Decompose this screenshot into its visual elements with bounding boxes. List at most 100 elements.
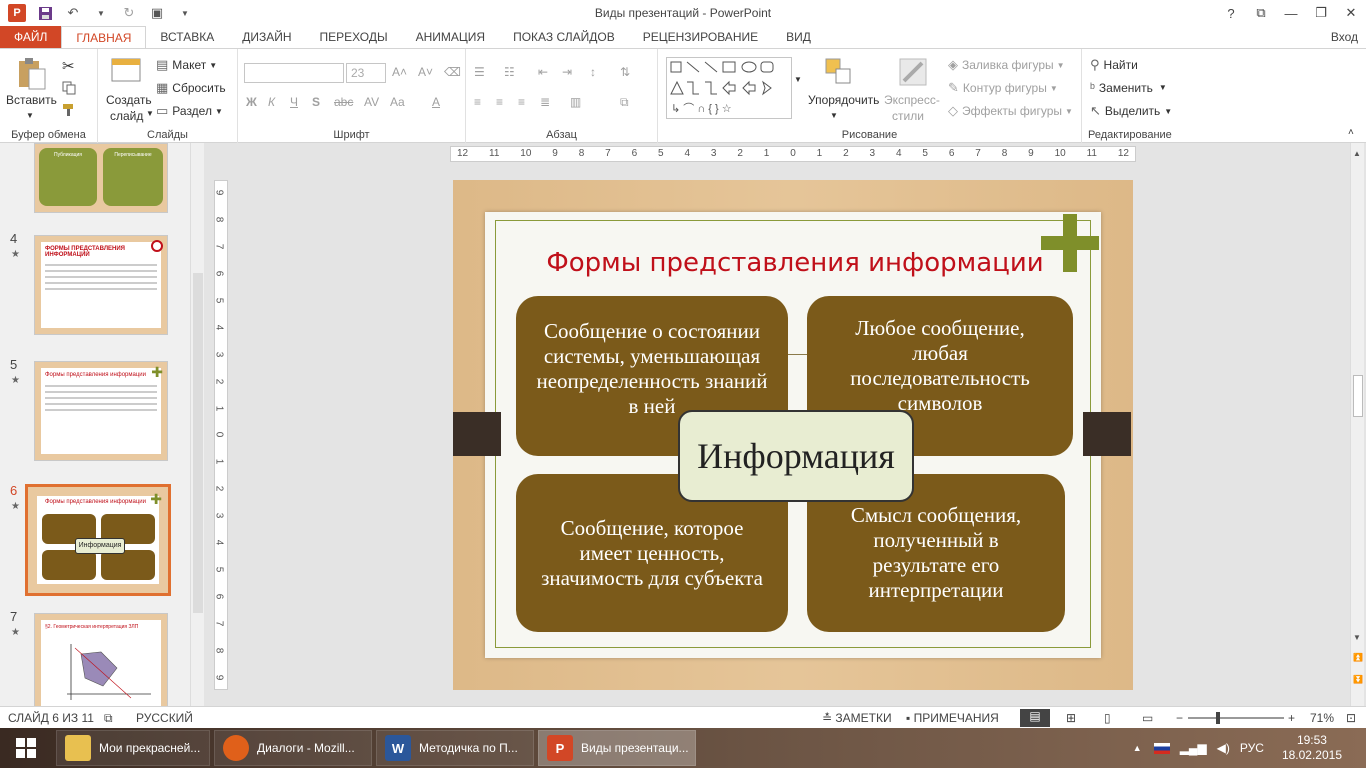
new-slide-dropdown-icon[interactable]: ▼ [146, 109, 154, 118]
tab-home[interactable]: ГЛАВНАЯ [61, 26, 147, 48]
network-icon[interactable]: ▂▄▆ [1180, 741, 1207, 755]
numbering-icon[interactable]: ☷ [504, 65, 515, 79]
copy-icon[interactable] [62, 81, 76, 95]
thumbnail-slide-6[interactable]: Формы представления информации Информаци… [25, 484, 171, 596]
paste-button[interactable]: Вставить [6, 93, 57, 107]
slide-canvas[interactable]: Формы представления информации Сообщение… [453, 180, 1133, 690]
start-from-beginning-icon[interactable]: ▣ [148, 4, 166, 22]
tab-transitions[interactable]: ПЕРЕХОДЫ [306, 26, 402, 48]
select-button[interactable]: ↖ Выделить ▼ [1090, 103, 1172, 119]
customize-qat-icon[interactable]: ▼ [176, 4, 194, 22]
restore-button[interactable]: ❐ [1306, 0, 1336, 26]
undo-icon[interactable]: ↶ [64, 4, 82, 22]
zoom-level[interactable]: 71% [1310, 711, 1334, 725]
grow-font-icon[interactable]: A˄ [392, 65, 407, 79]
columns-icon[interactable]: ▥ [570, 95, 581, 109]
thumbnail-slide-3[interactable]: Публикация Переписывание [34, 143, 168, 213]
text-direction-icon[interactable]: ⇅ [620, 65, 630, 79]
align-center-icon[interactable]: ≡ [496, 95, 503, 109]
volume-icon[interactable]: ◀) [1217, 741, 1230, 755]
shadow-button[interactable]: S [312, 95, 320, 109]
collapse-ribbon-icon[interactable]: ˄ [1348, 127, 1354, 138]
zoom-in-icon[interactable]: + [1288, 711, 1295, 725]
align-left-icon[interactable]: ≡ [474, 95, 481, 109]
tab-file[interactable]: ФАЙЛ [0, 26, 62, 48]
section-button[interactable]: ▭ Раздел ▼ [156, 103, 223, 119]
justify-icon[interactable]: ≣ [540, 95, 550, 109]
zoom-slider-thumb[interactable] [1216, 712, 1220, 724]
quick-styles-icon[interactable] [898, 57, 930, 89]
help-button[interactable]: ? [1216, 0, 1246, 26]
format-painter-icon[interactable] [62, 103, 76, 117]
minimize-button[interactable]: — [1276, 0, 1306, 26]
thumbnail-slide-5[interactable]: Формы представления информации ✚ [34, 361, 168, 461]
spelling-icon[interactable]: ⧉ [104, 711, 113, 726]
font-size-input[interactable]: 23 [346, 63, 386, 83]
clock[interactable]: 19:53 18.02.2015 [1282, 733, 1342, 763]
notes-button[interactable]: ≛ ЗАМЕТКИ [822, 711, 892, 725]
editor-scrollbar-thumb[interactable] [1353, 375, 1363, 417]
arrange-dropdown-icon[interactable]: ▼ [830, 111, 838, 120]
scroll-up-icon[interactable]: ▲ [1353, 149, 1361, 158]
arrange-icon[interactable] [824, 57, 856, 89]
fit-slide-icon[interactable]: ⊡ [1346, 711, 1356, 725]
decrease-indent-icon[interactable]: ⇤ [538, 65, 548, 79]
save-icon[interactable] [36, 4, 54, 22]
reading-view-icon[interactable]: ▯ [1104, 711, 1111, 725]
new-slide-button[interactable]: Создать [106, 93, 152, 107]
shape-fill-button[interactable]: ◈ Заливка фигуры ▼ [948, 57, 1065, 73]
tab-design[interactable]: ДИЗАЙН [228, 26, 305, 48]
normal-view-icon[interactable]: ▤ [1020, 709, 1050, 727]
increase-indent-icon[interactable]: ⇥ [562, 65, 572, 79]
font-name-input[interactable] [244, 63, 344, 83]
tab-animations[interactable]: АНИМАЦИЯ [402, 26, 499, 48]
zoom-slider-track[interactable] [1188, 717, 1284, 719]
editor-scrollbar[interactable]: ▼ ▲ ⏫ ⏬ [1350, 143, 1364, 706]
align-right-icon[interactable]: ≡ [518, 95, 525, 109]
redo-icon[interactable]: ↻ [120, 4, 138, 22]
tab-slide-show[interactable]: ПОКАЗ СЛАЙДОВ [499, 26, 629, 48]
powerpoint-logo-icon[interactable]: P [8, 4, 26, 22]
line-spacing-icon[interactable]: ↕ [590, 65, 596, 79]
paste-dropdown-icon[interactable]: ▼ [26, 111, 34, 120]
zoom-out-icon[interactable]: − [1176, 711, 1183, 725]
slide-sorter-icon[interactable]: ⊞ [1066, 711, 1076, 725]
char-spacing-button[interactable]: AV [364, 95, 379, 109]
find-button[interactable]: ⚲ Найти [1090, 57, 1138, 73]
taskbar-item-explorer[interactable]: Мои прекрасней... [56, 730, 210, 766]
cut-icon[interactable]: ✂ [62, 57, 75, 75]
shape-outline-button[interactable]: ✎ Контур фигуры ▼ [948, 80, 1058, 96]
shapes-more-icon[interactable]: ▼ [794, 75, 802, 84]
taskbar-item-firefox[interactable]: Диалоги - Mozill... [214, 730, 372, 766]
thumbnail-slide-7[interactable]: §2. Геометрическая интерпретация ЗЛП [34, 613, 168, 706]
input-language[interactable]: РУС [1240, 741, 1264, 755]
replace-button[interactable]: ᵇ Заменить ▼ [1090, 80, 1167, 95]
center-concept-box[interactable]: Информация [678, 410, 914, 502]
start-button[interactable] [0, 728, 52, 768]
shrink-font-icon[interactable]: A˅ [418, 65, 433, 79]
shapes-gallery[interactable]: ↳ ⌒ ∩ { } ☆ [666, 57, 792, 119]
reset-button[interactable]: ▦ Сбросить [156, 80, 226, 96]
comments-button[interactable]: ▪ ПРИМЕЧАНИЯ [906, 711, 999, 725]
quick-styles-button[interactable]: Экспресс- [884, 93, 940, 107]
slide-counter[interactable]: СЛАЙД 6 ИЗ 11 [8, 711, 94, 725]
taskbar-item-powerpoint[interactable]: P Виды презентаци... [538, 730, 696, 766]
thumbnail-slide-4[interactable]: ФОРМЫ ПРЕДСТАВЛЕНИЯ ИНФОРМАЦИИ [34, 235, 168, 335]
paste-icon[interactable] [16, 57, 48, 90]
strikethrough-button[interactable]: abc [334, 95, 353, 109]
show-hidden-icons[interactable]: ▲ [1133, 743, 1142, 753]
italic-button[interactable]: К [268, 95, 275, 109]
change-case-button[interactable]: Aa [390, 95, 405, 109]
bullets-icon[interactable]: ☰ [474, 65, 485, 79]
tab-view[interactable]: ВИД [772, 26, 825, 48]
smartart-icon[interactable]: ⧉ [620, 95, 629, 110]
dropdown-icon[interactable]: ▼ [92, 4, 110, 22]
language-indicator[interactable]: РУССКИЙ [136, 711, 193, 725]
tab-insert[interactable]: ВСТАВКА [146, 26, 228, 48]
slide-title[interactable]: Формы представления информации [545, 248, 1045, 278]
thumbnail-scrollbar-thumb[interactable] [193, 273, 203, 613]
arrange-button[interactable]: Упорядочить [808, 93, 879, 107]
taskbar-item-word[interactable]: W Методичка по П... [376, 730, 534, 766]
new-slide-icon[interactable] [110, 55, 142, 87]
russian-flag-icon[interactable] [1153, 742, 1170, 754]
